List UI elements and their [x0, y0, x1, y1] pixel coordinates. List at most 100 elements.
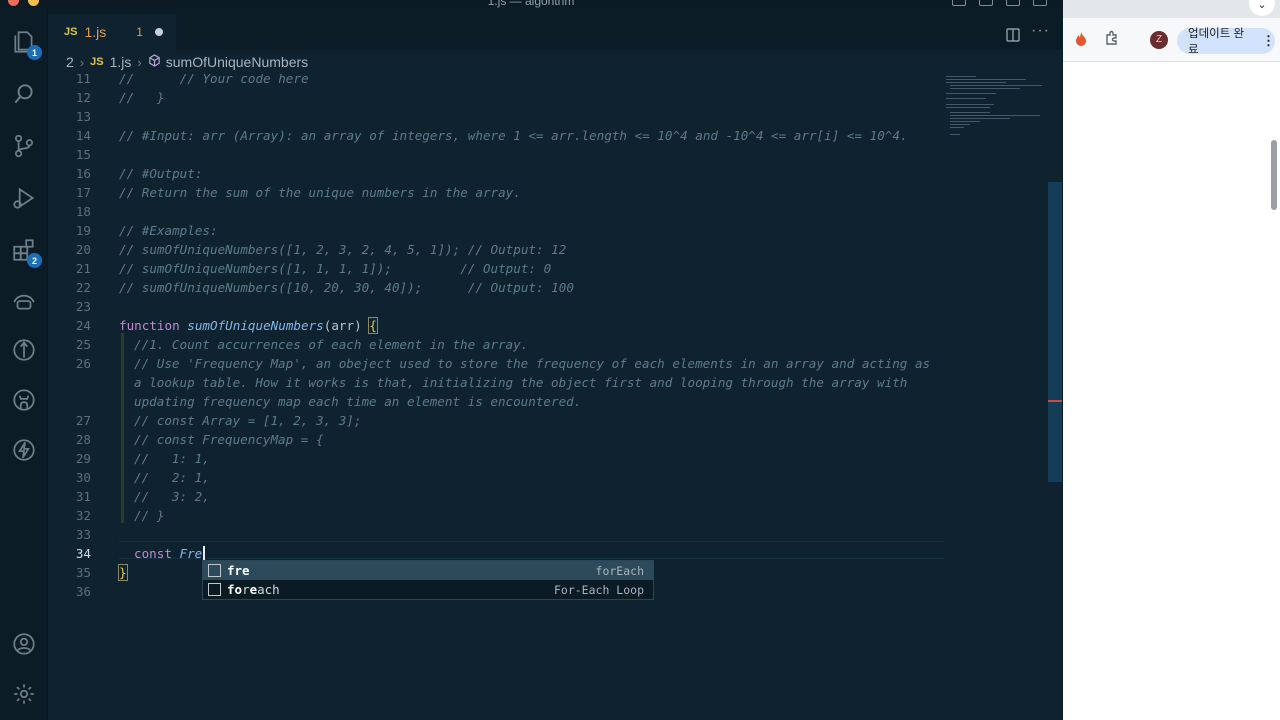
git-graph-icon[interactable] [10, 336, 38, 364]
extensions-puzzle-icon[interactable] [1104, 30, 1120, 51]
source-control-icon[interactable] [10, 132, 38, 160]
breadcrumb: 2 › JS 1.js › sumOfUniqueNumbers [48, 50, 1062, 74]
suggestion-label-rest: ach [257, 582, 280, 597]
breadcrumb-file[interactable]: 1.js [110, 54, 132, 70]
window-title: 1.js — algorithm [487, 0, 575, 8]
more-menu-icon[interactable]: ⋮ [1262, 33, 1275, 49]
line-number: 28 [75, 432, 91, 447]
code-line: // 2: 1, [134, 470, 210, 485]
chrome-window: ⌄ Z 업데이트 완료 ⋮ [1063, 0, 1280, 720]
function-declaration-line: function sumOfUniqueNumbers(arr) { [119, 317, 378, 334]
suggestion-label-part: r [242, 582, 250, 597]
minimap[interactable] [946, 74, 1046, 154]
code-line: // Return the sum of the unique numbers … [119, 185, 521, 200]
suggestion-item-snippet[interactable]: fre forEach [203, 561, 653, 580]
snippet-icon [208, 583, 221, 596]
code-editor[interactable]: 11 12 13 14 15 16 17 18 19 20 21 22 23 2… [48, 74, 1062, 720]
run-debug-icon[interactable] [10, 184, 38, 212]
update-complete-button[interactable]: 업데이트 완료 ⋮ [1177, 28, 1275, 56]
code-line-wrapped: updating frequency map each time an elem… [134, 394, 582, 409]
code-line: // // Your code here [119, 74, 309, 86]
javascript-file-icon: JS [90, 56, 104, 68]
suggestion-label: fre [227, 563, 250, 578]
explorer-icon[interactable]: 1 [10, 28, 42, 60]
javascript-file-icon: JS [64, 26, 78, 38]
line-number: 20 [75, 242, 91, 257]
settings-gear-icon[interactable] [10, 680, 38, 708]
suggestion-detail: For-Each Loop [553, 582, 644, 597]
code-line: // sumOfUniqueNumbers([10, 20, 30, 40]);… [119, 280, 574, 295]
function-name: sumOfUniqueNumbers [187, 318, 324, 333]
keyword-const: const [134, 546, 172, 561]
code-line: // 3: 2, [134, 489, 210, 504]
line-number: 22 [75, 280, 91, 295]
line-number: 30 [75, 470, 91, 485]
code-line: //1. Count accurrences of each element i… [134, 337, 529, 352]
line-number: 17 [75, 185, 91, 200]
breadcrumb-symbol[interactable]: sumOfUniqueNumbers [166, 54, 308, 70]
editor-tab-strip: JS 1.js 1 ··· [48, 8, 1062, 50]
vertical-scrollbar[interactable] [1048, 182, 1062, 482]
code-line: // sumOfUniqueNumbers([1, 1, 1, 1]); // … [119, 261, 552, 276]
toggle-panel-icon[interactable] [979, 0, 993, 6]
line-number: 14 [75, 128, 91, 143]
code-line: // } [119, 90, 165, 105]
split-editor-icon[interactable] [1006, 28, 1020, 47]
update-button-label: 업데이트 완료 [1188, 28, 1245, 56]
keyword-function: function [119, 318, 180, 333]
more-actions-icon[interactable]: ··· [1031, 22, 1050, 40]
close-brace: } [118, 564, 128, 581]
toggle-sidebar-icon[interactable] [952, 0, 966, 6]
tab-1-js[interactable]: JS 1.js 1 [48, 14, 176, 50]
breadcrumb-folder[interactable]: 2 [66, 54, 74, 70]
line-number: 35 [75, 565, 91, 580]
suggestion-label-match: e [249, 582, 258, 597]
line-number: 31 [75, 489, 91, 504]
line-number: 21 [75, 261, 91, 276]
profile-avatar[interactable]: Z [1150, 31, 1168, 49]
chrome-toolbar: Z 업데이트 완료 ⋮ [1063, 18, 1280, 62]
scope-indent-guide [121, 333, 124, 523]
chevron-right-icon: › [79, 54, 85, 70]
current-line-highlight [119, 541, 944, 559]
line-number-current: 34 [75, 546, 91, 561]
search-icon[interactable] [10, 80, 38, 108]
line-number: 11 [75, 74, 91, 86]
line-number: 33 [75, 527, 91, 542]
code-line: // 1: 1, [134, 451, 210, 466]
unsaved-dot-icon[interactable] [154, 28, 163, 36]
function-params: (arr) [323, 318, 370, 333]
chrome-tab-bar: ⌄ [1063, 0, 1280, 18]
explorer-badge: 1 [27, 45, 42, 60]
chevron-right-icon: › [137, 54, 142, 70]
suggestion-item-snippet[interactable]: foreach For-Each Loop [203, 580, 653, 599]
line-number: 25 [75, 337, 91, 352]
code-line: // const Array = [1, 2, 3, 3]; [134, 413, 362, 428]
page-scrollbar[interactable] [1271, 140, 1277, 210]
line-number: 26 [75, 356, 91, 371]
tab-search-dropdown-icon[interactable]: ⌄ [1249, 0, 1275, 16]
text-cursor [203, 546, 206, 561]
line-number: 27 [75, 413, 91, 428]
line-number: 23 [75, 299, 91, 314]
extensions-badge: 2 [27, 253, 42, 268]
line-number: 16 [75, 166, 91, 181]
title-bar: 1.js — algorithm [0, 0, 1062, 8]
line-number: 18 [75, 204, 91, 219]
toggle-secondary-sidebar-icon[interactable] [1006, 0, 1020, 6]
flame-extension-icon[interactable] [1075, 32, 1087, 49]
customize-layout-icon[interactable] [1033, 0, 1047, 6]
github-icon[interactable] [10, 386, 38, 414]
extensions-icon[interactable]: 2 [10, 236, 42, 268]
line-number: 13 [75, 109, 91, 124]
code-line: // const FrequencyMap = { [134, 432, 324, 447]
code-line: // #Examples: [119, 223, 218, 238]
line-number: 32 [75, 508, 91, 523]
remote-explorer-icon[interactable] [10, 286, 38, 314]
thunder-client-icon[interactable] [10, 436, 38, 464]
tab-problem-count: 1 [136, 25, 143, 39]
accounts-icon[interactable] [10, 630, 38, 658]
autocomplete-suggestions: fre forEach foreach For-Each Loop [202, 560, 654, 600]
code-line-wrapped: a lookup table. How it works is that, in… [134, 375, 908, 390]
activity-bar: 1 2 [0, 8, 48, 720]
